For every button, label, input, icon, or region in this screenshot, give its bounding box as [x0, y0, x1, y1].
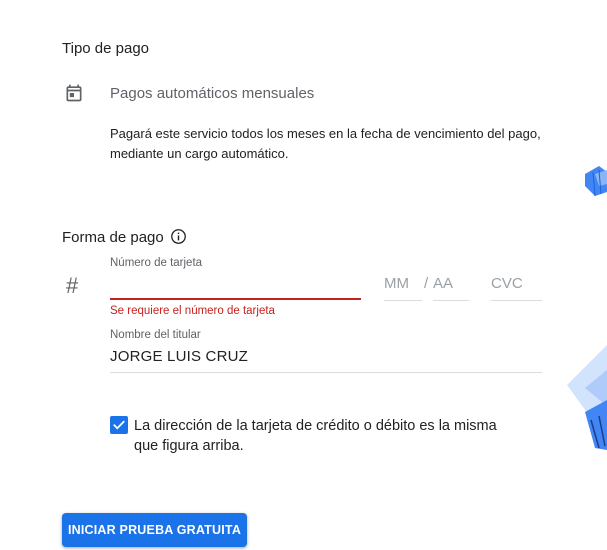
info-icon[interactable]	[170, 228, 187, 245]
cardholder-underline	[110, 372, 542, 373]
card-number-label: Número de tarjeta	[110, 257, 203, 269]
payment-type-description: Pagará este servicio todos los meses en …	[110, 126, 541, 161]
same-address-label: La dirección de la tarjeta de crédito o …	[134, 418, 497, 454]
expiry-month-placeholder: MM	[384, 275, 409, 292]
expiry-month-underline	[384, 300, 422, 301]
calendar-icon	[66, 84, 82, 102]
cardholder-label: Nombre del titular	[110, 329, 201, 341]
check-icon	[113, 420, 125, 430]
decorative-illustration	[567, 166, 607, 450]
cardholder-value: JORGE LUIS CRUZ	[110, 348, 249, 365]
card-number-underline	[110, 298, 361, 300]
card-number-input[interactable]	[110, 272, 361, 298]
expiry-year-underline	[433, 300, 469, 301]
payment-type-option: Pagos automáticos mensuales	[110, 85, 315, 102]
cvc-placeholder: CVC	[491, 275, 523, 292]
same-address-checkbox[interactable]	[110, 416, 128, 434]
payment-method-title: Forma de pago	[62, 229, 164, 246]
expiry-year-input[interactable]: AA	[433, 275, 469, 299]
card-number-error: Se requiere el número de tarjeta	[110, 305, 275, 317]
cardholder-input[interactable]: JORGE LUIS CRUZ	[110, 348, 542, 372]
hash-icon: #	[66, 273, 79, 298]
expiry-month-input[interactable]: MM	[384, 275, 422, 299]
expiry-year-placeholder: AA	[433, 275, 454, 292]
payment-type-title: Tipo de pago	[62, 40, 150, 57]
expiry-separator: /	[424, 275, 429, 292]
start-trial-button[interactable]: INICIAR PRUEBA GRATUITA	[62, 513, 247, 547]
cvc-underline	[491, 300, 542, 301]
cvc-input[interactable]: CVC	[491, 275, 542, 299]
